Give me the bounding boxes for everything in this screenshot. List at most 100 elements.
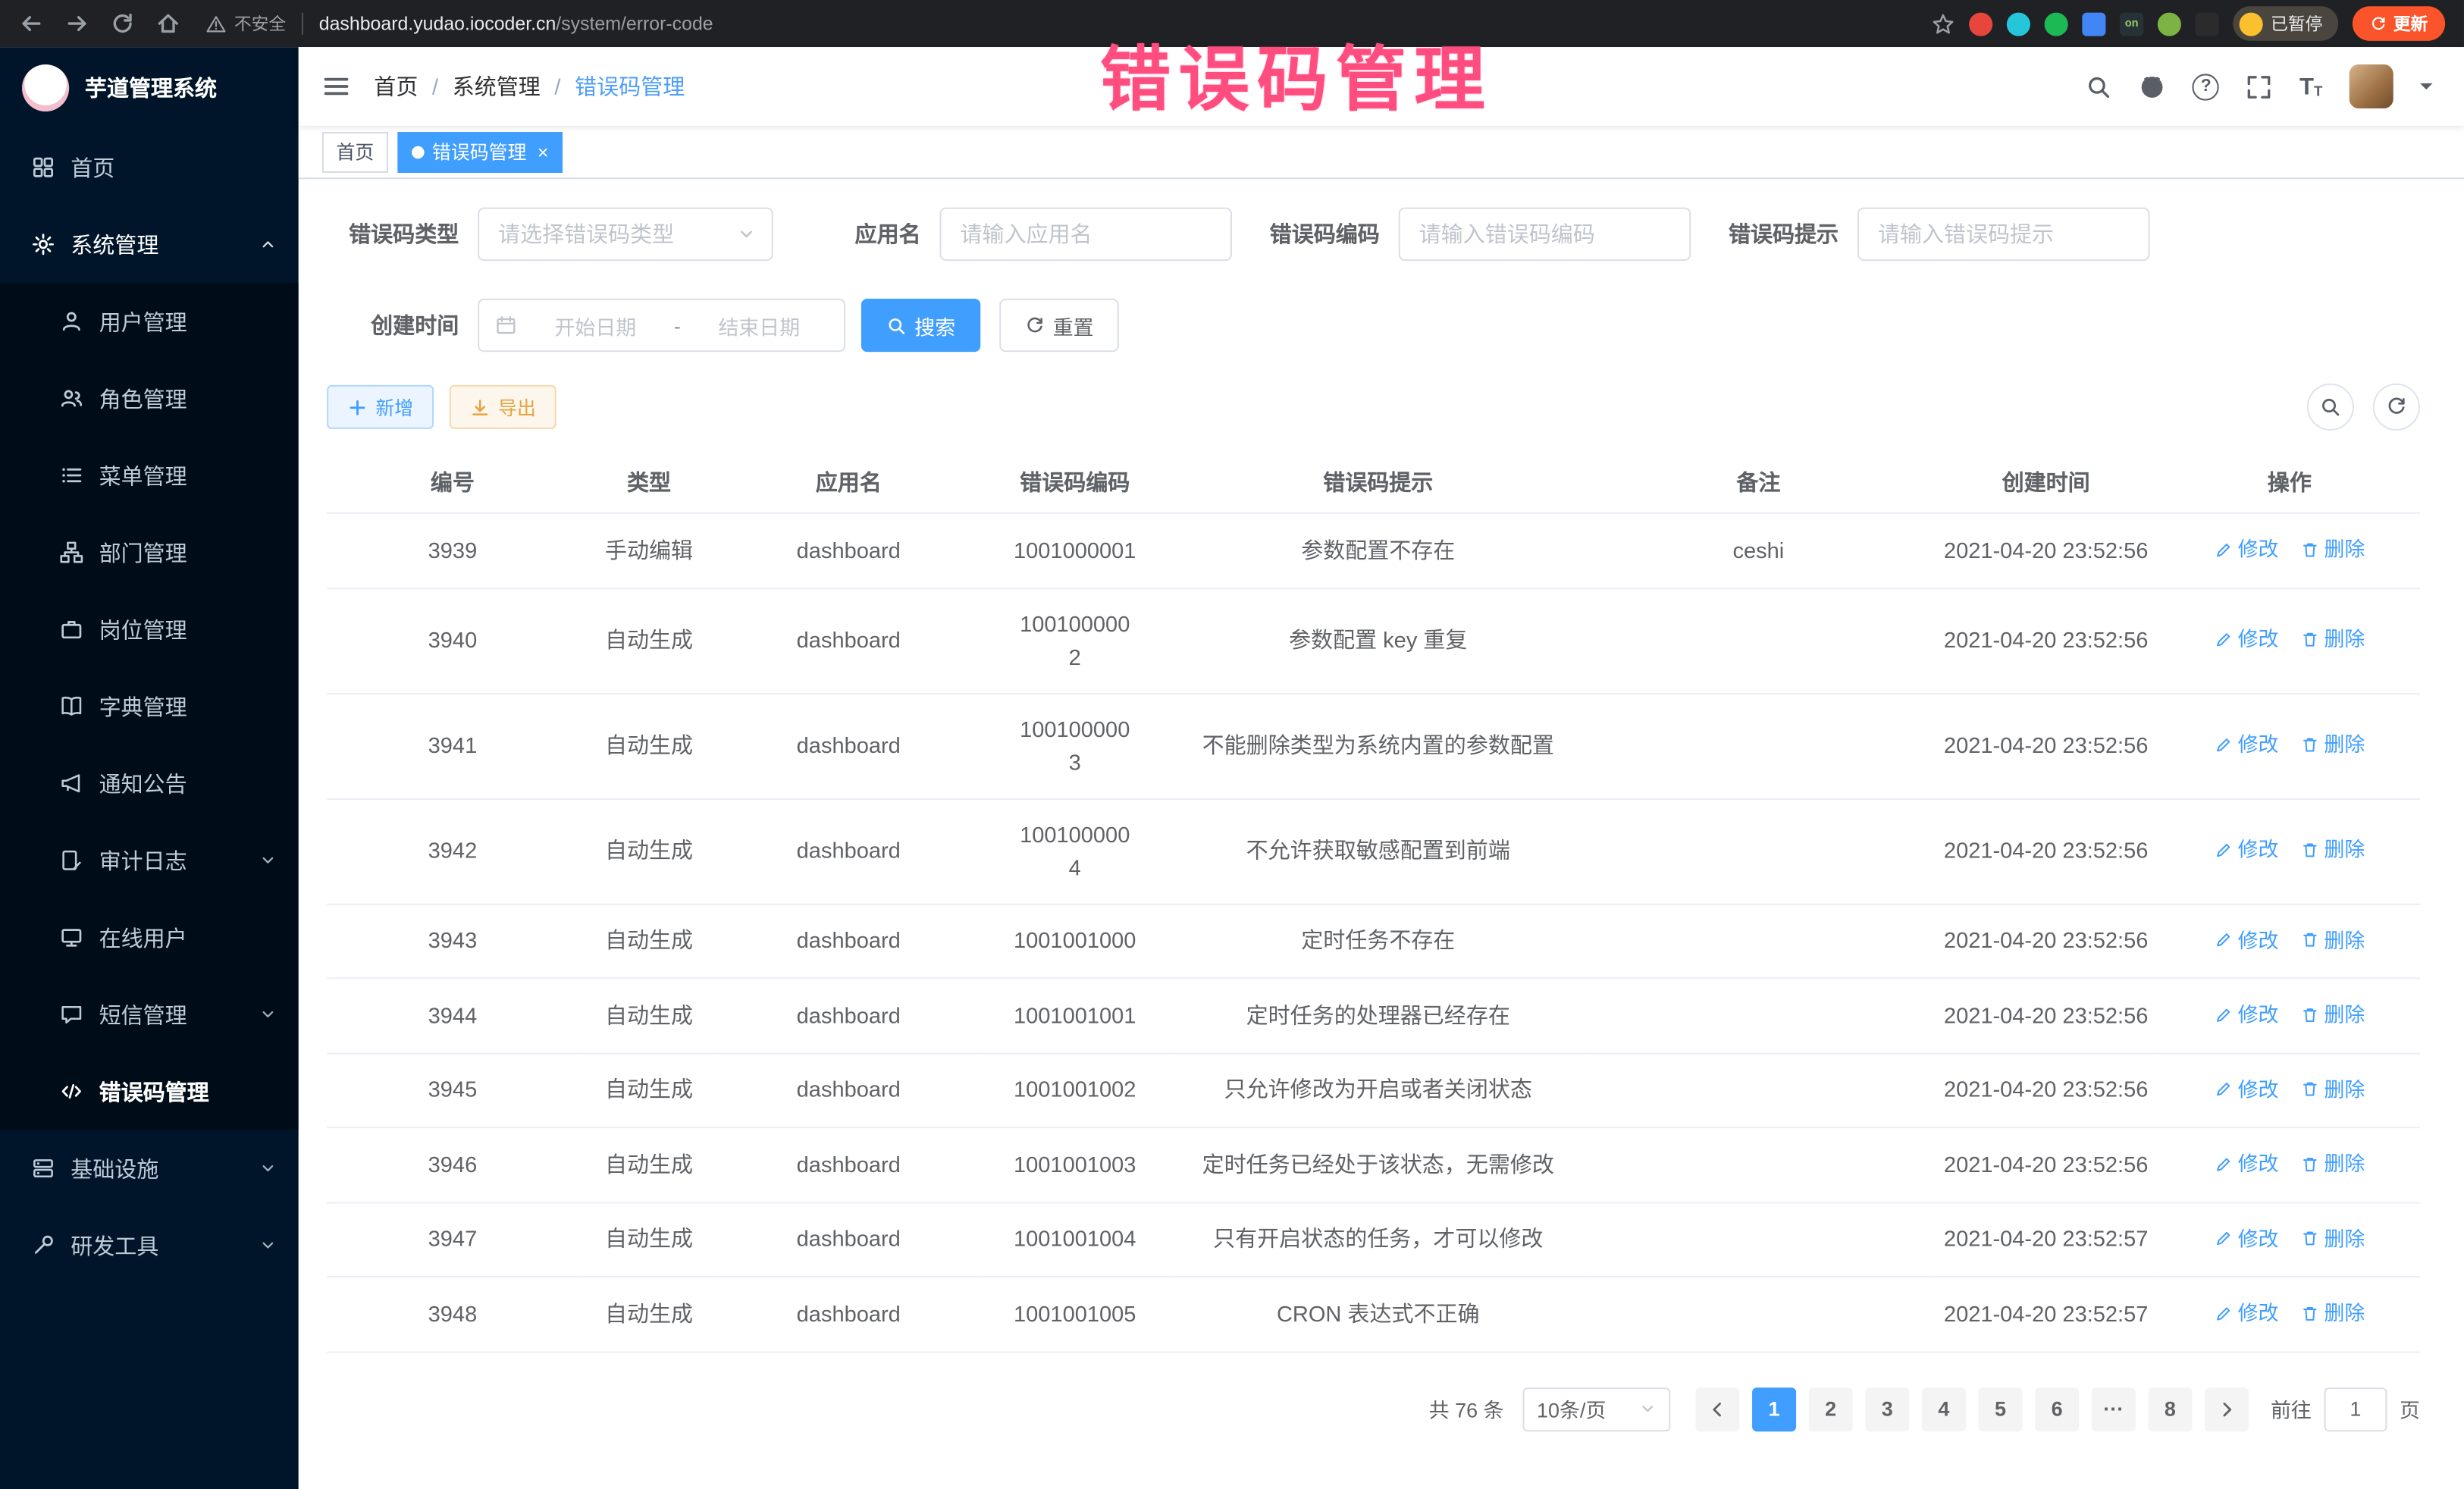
address-bar[interactable]: dashboard.yudao.iocoder.cn/system/error-… [319, 13, 713, 35]
edit-link[interactable]: 修改 [2214, 923, 2278, 957]
bookmark-star-icon[interactable] [1931, 12, 1955, 36]
sidebar-item-audit-log[interactable]: 审计日志 [0, 822, 299, 899]
hamburger-icon[interactable] [322, 72, 350, 100]
sidebar-item-post-management[interactable]: 岗位管理 [0, 591, 299, 668]
goto-page-input[interactable] [2324, 1387, 2387, 1431]
sidebar-item-online-users[interactable]: 在线用户 [0, 899, 299, 976]
sidebar-item-user-management[interactable]: 用户管理 [0, 283, 299, 360]
prev-page-button[interactable] [1695, 1387, 1739, 1431]
edit-link[interactable]: 修改 [2214, 833, 2278, 867]
date-range-picker[interactable]: 开始日期 - 结束日期 [478, 299, 845, 352]
sidebar-item-role-management[interactable]: 角色管理 [0, 360, 299, 437]
profile-paused-chip[interactable]: 已暂停 [2233, 6, 2338, 41]
edit-link[interactable]: 修改 [2214, 533, 2278, 566]
extension-leaf-icon[interactable] [2158, 12, 2181, 36]
add-button[interactable]: 新增 [327, 385, 434, 429]
sidebar-item-error-code-management[interactable]: 错误码管理 [0, 1053, 299, 1130]
edit-link[interactable]: 修改 [2214, 728, 2278, 761]
delete-link[interactable]: 删除 [2300, 1222, 2365, 1255]
reload-icon[interactable] [110, 11, 135, 36]
page-button-2[interactable]: 2 [1809, 1387, 1853, 1431]
extension-tampermonkey-icon[interactable] [2196, 12, 2219, 36]
delete-link[interactable]: 删除 [2300, 1073, 2365, 1106]
page-more-button[interactable]: ··· [2092, 1387, 2136, 1431]
table-header-row: 编号 类型 应用名 错误码编码 错误码提示 备注 创建时间 操作 [327, 453, 2420, 513]
page-button-6[interactable]: 6 [2035, 1387, 2079, 1431]
search-button[interactable]: 搜索 [861, 299, 981, 352]
page-button-5[interactable]: 5 [1978, 1387, 2022, 1431]
breadcrumb-system[interactable]: 系统管理 [453, 71, 541, 102]
sidebar-item-notice[interactable]: 通知公告 [0, 744, 299, 822]
edit-link[interactable]: 修改 [2214, 1296, 2278, 1330]
cell-app: dashboard [719, 904, 977, 978]
sidebar-item-menu-management[interactable]: 菜单管理 [0, 437, 299, 514]
sidebar-logo[interactable]: 芋道管理系统 [0, 47, 299, 129]
refresh-table-button[interactable] [2373, 384, 2420, 431]
delete-link[interactable]: 删除 [2300, 833, 2365, 867]
page-size-select[interactable]: 10条/页 [1522, 1387, 1670, 1431]
reset-button[interactable]: 重置 [999, 299, 1119, 352]
edit-link[interactable]: 修改 [2214, 622, 2278, 656]
font-size-icon[interactable]: TT [2299, 74, 2322, 98]
forward-icon[interactable] [64, 11, 89, 36]
home-icon[interactable] [155, 11, 180, 36]
sidebar-item-infrastructure[interactable]: 基础设施 [0, 1130, 299, 1207]
error-msg-input[interactable] [1857, 208, 2150, 261]
range-separator: - [674, 314, 681, 337]
page-content: 错误码类型 请选择错误码类型 应用名 错误码编码 错误码提示 创建时间 [299, 179, 2464, 1489]
caret-down-icon[interactable] [2420, 83, 2433, 96]
export-button[interactable]: 导出 [450, 385, 556, 429]
page-button-1[interactable]: 1 [1752, 1387, 1796, 1431]
error-type-select[interactable]: 请选择错误码类型 [478, 208, 773, 261]
delete-link[interactable]: 删除 [2300, 622, 2365, 656]
delete-link[interactable]: 删除 [2300, 728, 2365, 761]
close-icon[interactable]: × [538, 141, 549, 163]
edit-link[interactable]: 修改 [2214, 1147, 2278, 1180]
gear-icon [31, 233, 55, 256]
help-icon[interactable]: ? [2193, 73, 2219, 99]
profile-avatar-icon [2240, 12, 2263, 36]
table-row: 3948 自动生成 dashboard 1001001005 CRON 表达式不… [327, 1277, 2420, 1351]
page-button-4[interactable]: 4 [1922, 1387, 1966, 1431]
extension-green-check-icon[interactable] [2045, 12, 2068, 36]
edit-link[interactable]: 修改 [2214, 1222, 2278, 1255]
tab-error-code-management[interactable]: 错误码管理 × [397, 131, 563, 172]
page-button-3[interactable]: 3 [1865, 1387, 1909, 1431]
search-icon[interactable] [2086, 73, 2112, 99]
end-date-placeholder: 结束日期 [690, 310, 828, 340]
page-button-8[interactable]: 8 [2148, 1387, 2192, 1431]
cell-id: 3946 [327, 1127, 578, 1202]
sidebar-item-dict-management[interactable]: 字典管理 [0, 668, 299, 745]
delete-link[interactable]: 删除 [2300, 1147, 2365, 1180]
next-page-button[interactable] [2205, 1387, 2249, 1431]
avatar[interactable] [2350, 64, 2393, 108]
extension-record-icon[interactable] [1969, 12, 1992, 36]
tab-home[interactable]: 首页 [322, 131, 388, 172]
sidebar-item-sms-management[interactable]: 短信管理 [0, 976, 299, 1053]
delete-link[interactable]: 删除 [2300, 533, 2365, 566]
app-name-input[interactable] [939, 208, 1232, 261]
fullscreen-icon[interactable] [2246, 73, 2273, 99]
error-code-input[interactable] [1399, 208, 1691, 261]
edit-link[interactable]: 修改 [2214, 1073, 2278, 1106]
delete-link[interactable]: 删除 [2300, 1296, 2365, 1330]
cell-ops: 修改 删除 [2159, 1277, 2420, 1351]
sidebar-item-system-management[interactable]: 系统管理 [0, 206, 299, 284]
toggle-search-button[interactable] [2307, 384, 2354, 431]
extension-teal-icon[interactable] [2007, 12, 2030, 36]
edit-link[interactable]: 修改 [2214, 998, 2278, 1031]
chevron-up-icon [259, 236, 277, 253]
github-icon[interactable] [2140, 73, 2166, 99]
security-indicator[interactable]: 不安全 [206, 11, 287, 36]
back-icon[interactable] [19, 11, 44, 36]
delete-link[interactable]: 删除 [2300, 998, 2365, 1031]
extension-stats-icon[interactable] [2082, 12, 2105, 36]
sidebar-item-dev-tools[interactable]: 研发工具 [0, 1207, 299, 1284]
trash-icon [2300, 840, 2319, 859]
extension-switch-icon[interactable]: on [2120, 12, 2143, 36]
breadcrumb-home[interactable]: 首页 [374, 71, 418, 102]
sidebar-item-home[interactable]: 首页 [0, 129, 299, 206]
sidebar-item-department-management[interactable]: 部门管理 [0, 514, 299, 591]
delete-link[interactable]: 删除 [2300, 923, 2365, 957]
browser-update-button[interactable]: 更新 [2353, 6, 2445, 41]
